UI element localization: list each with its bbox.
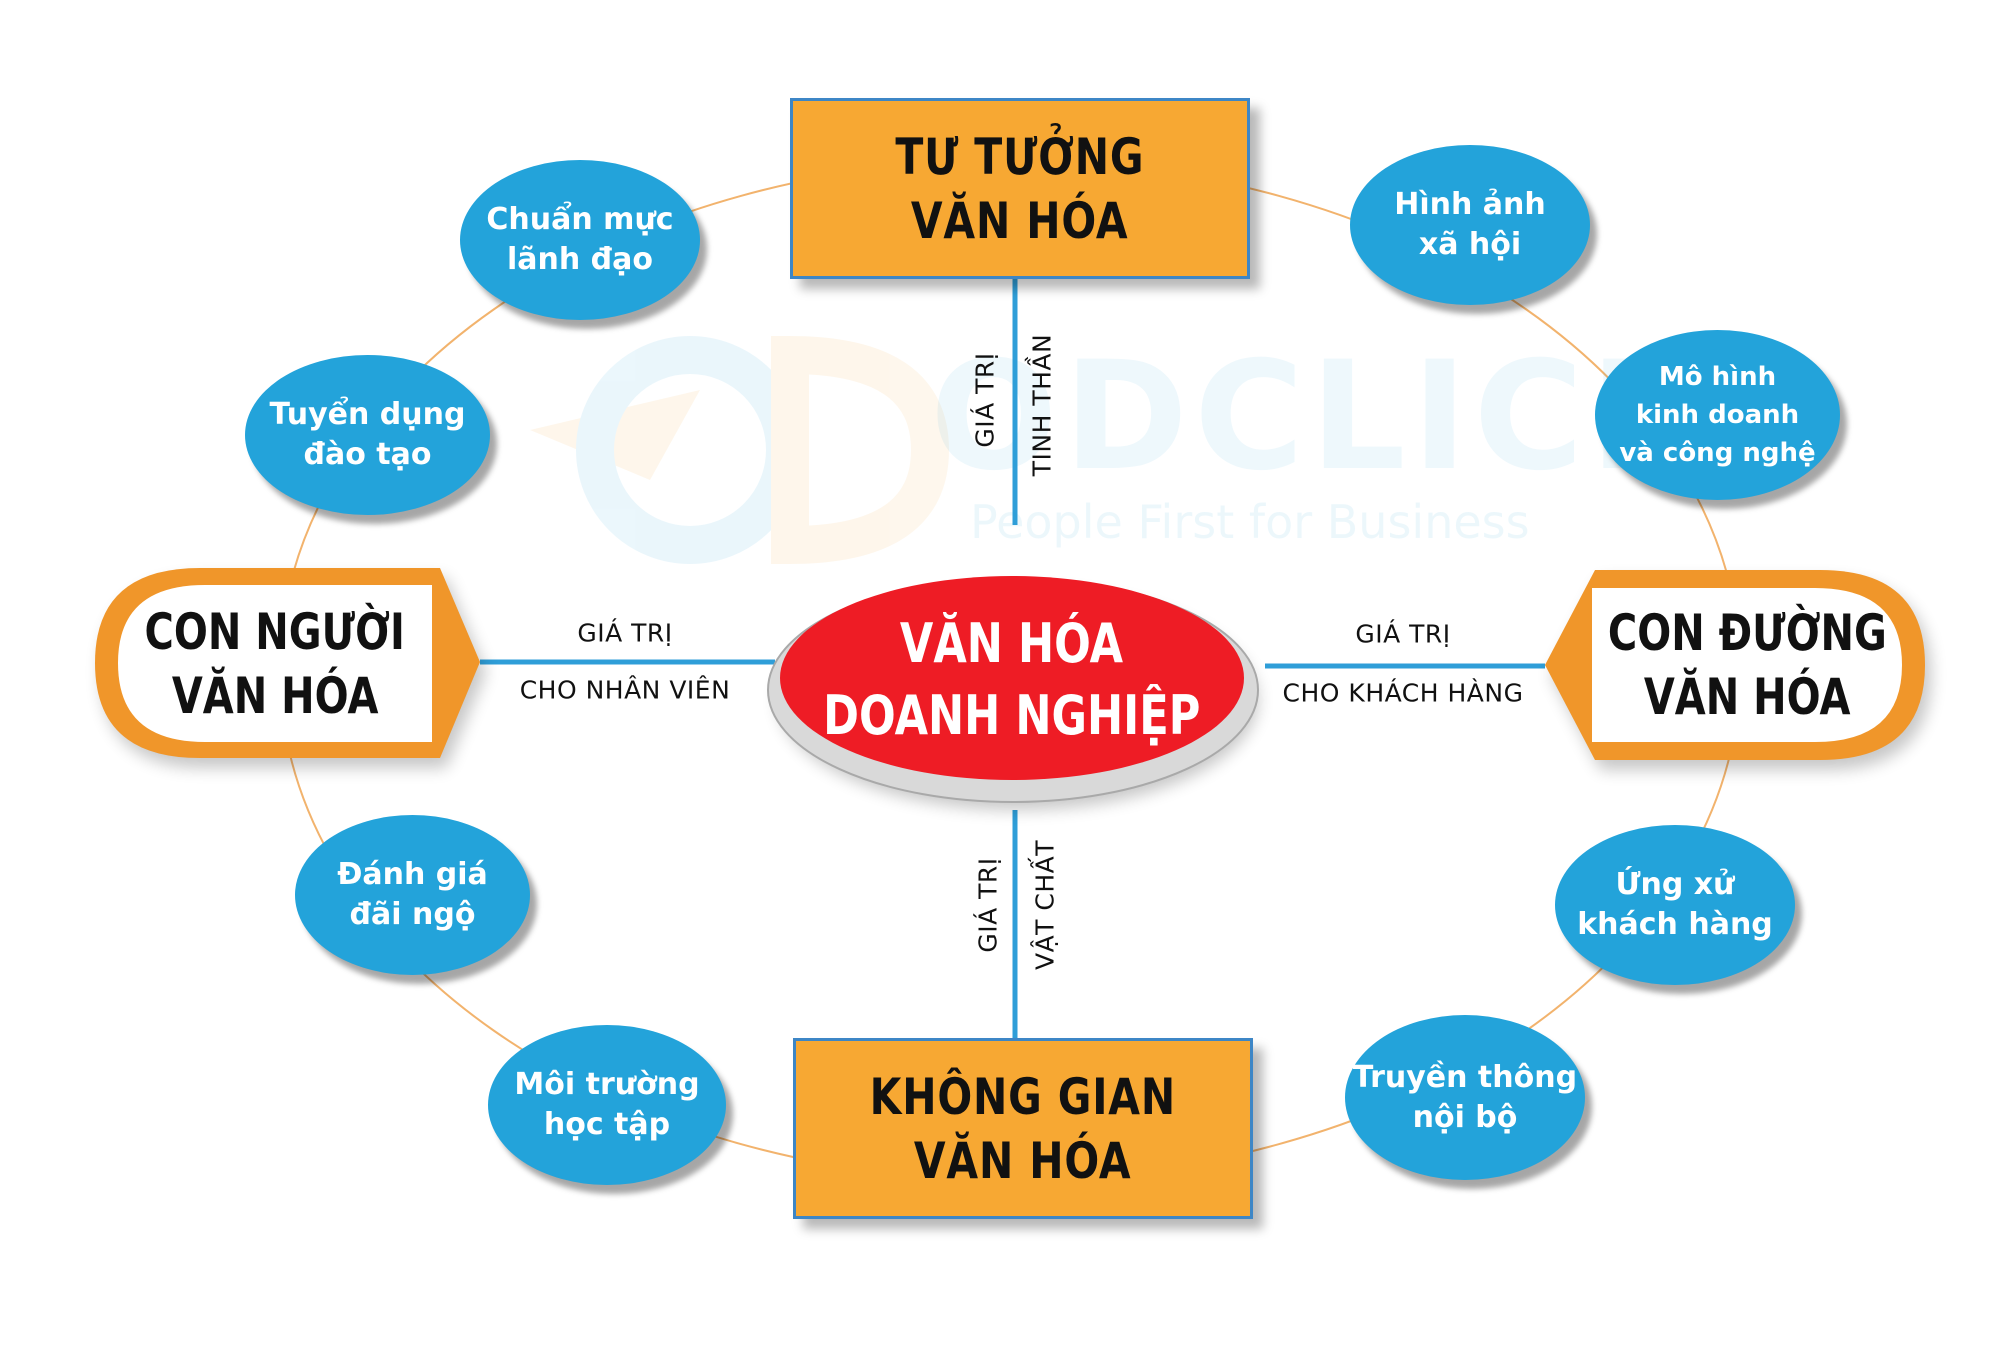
bubble-model-line2: kinh doanh [1635, 400, 1800, 430]
connector-top-label2: TINH THẦN [1027, 333, 1057, 477]
right-tag-line2: VĂN HÓA [1643, 668, 1851, 726]
bubble-model-line1: Mô hình [1658, 362, 1777, 392]
bubble-evaluate: Đánh giá đãi ngộ [295, 815, 530, 975]
bubble-model: Mô hình kinh doanh và công nghệ [1595, 330, 1840, 500]
left-tag-line2: VĂN HÓA [171, 666, 379, 725]
center-title-line1: VĂN HÓA [900, 612, 1124, 675]
bubble-leadership-line2: lãnh đạo [506, 242, 653, 277]
bubble-model-line3: và công nghệ [1619, 438, 1816, 468]
center-title-line2: DOANH NGHIỆP [823, 684, 1201, 747]
bubble-internal-line1: Truyền thông [1352, 1059, 1578, 1095]
bubble-leadership-line1: Chuẩn mực [486, 202, 674, 237]
bottom-box-line1: KHÔNG GIAN [869, 1067, 1177, 1126]
left-tag: CON NGƯỜI VĂN HÓA [118, 585, 432, 742]
bubble-evaluate-line2: đãi ngộ [349, 897, 476, 932]
bubble-customer-line1: Ứng xử [1615, 867, 1735, 902]
top-box: TƯ TƯỞNG VĂN HÓA [790, 98, 1250, 279]
bubble-social-line2: xã hội [1418, 227, 1522, 262]
bubble-evaluate-line1: Đánh giá [337, 857, 488, 892]
bubble-learning: Môi trường học tập [488, 1025, 726, 1185]
bubble-learning-line1: Môi trường [514, 1067, 700, 1102]
center-title: VĂN HÓA DOANH NGHIỆP [780, 580, 1244, 780]
bubble-internal-line2: nội bộ [1412, 1099, 1518, 1135]
bubble-recruit-line2: đào tạo [303, 437, 432, 472]
connector-bottom-label2: VẬT CHẤT [1030, 839, 1060, 971]
watermark-logo [530, 335, 950, 565]
connector-bottom-label1: GIÁ TRỊ [973, 857, 1003, 953]
bubble-social: Hình ảnh xã hội [1350, 145, 1590, 305]
bubble-recruit: Tuyển dụng đào tạo [245, 355, 490, 515]
bubble-customer-line2: khách hàng [1577, 907, 1773, 942]
bubble-customer: Ứng xử khách hàng [1555, 825, 1795, 985]
bottom-box-line2: VĂN HÓA [914, 1131, 1132, 1190]
connector-left-label2: CHO NHÂN VIÊN [519, 675, 731, 705]
bubble-leadership: Chuẩn mực lãnh đạo [460, 160, 700, 320]
top-box-line1: TƯ TƯỞNG [895, 127, 1145, 186]
bubble-recruit-line1: Tuyển dụng [269, 397, 466, 432]
bottom-box: KHÔNG GIAN VĂN HÓA [793, 1038, 1253, 1219]
right-tag-line1: CON ĐƯỜNG [1607, 604, 1887, 662]
left-tag-line1: CON NGƯỜI [144, 602, 406, 661]
connector-top-label1: GIÁ TRỊ [970, 352, 1000, 448]
bubble-learning-line2: học tập [543, 1107, 671, 1142]
connector-left-label1: GIÁ TRỊ [577, 618, 673, 648]
right-tag: CON ĐƯỜNG VĂN HÓA [1592, 588, 1902, 742]
connector-right-label1: GIÁ TRỊ [1355, 619, 1451, 649]
bubble-social-line1: Hình ảnh [1394, 187, 1546, 222]
top-box-line2: VĂN HÓA [911, 191, 1129, 250]
connector-right-label2: CHO KHÁCH HÀNG [1282, 678, 1524, 708]
bubble-internal: Truyền thông nội bộ [1345, 1015, 1585, 1180]
